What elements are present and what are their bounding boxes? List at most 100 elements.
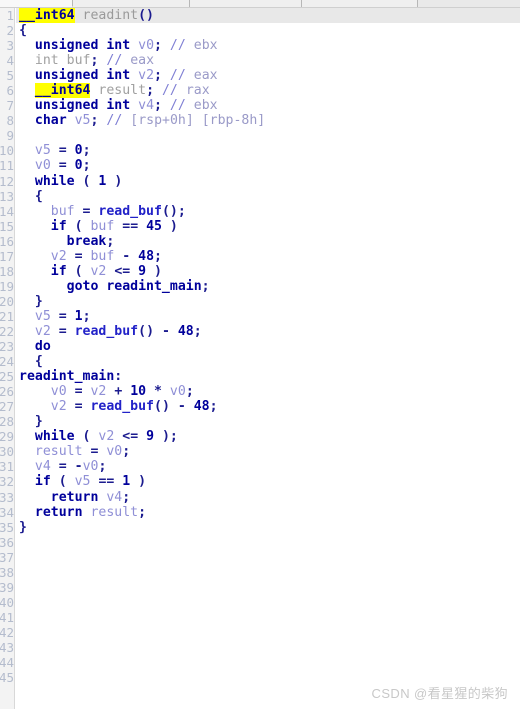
line-number: 8 [6,113,14,129]
code-token: () - [138,323,178,339]
code-token: ( [66,218,91,234]
code-line[interactable]: v4 = -v0; [16,459,520,474]
code-token: ebx [193,98,218,114]
code-token: ) [161,218,178,234]
line-number: 20 [0,293,14,309]
tab-bar [0,0,520,8]
code-line[interactable]: v2 = read_buf() - 48; [16,324,520,339]
code-token: <= [106,263,139,279]
code-line[interactable]: v5 = 1; [16,309,520,324]
code-line[interactable]: __int64 readint() [16,8,520,24]
code-line[interactable]: } [16,414,520,429]
tab-2[interactable] [190,0,302,7]
code-line[interactable]: unsigned int v4; // ebx [16,98,520,113]
code-line[interactable]: if ( buf == 45 ) [16,219,520,234]
code-token: unsigned int [34,38,131,54]
code-area[interactable]: __int64 readint(){ unsigned int v0; // e… [16,8,520,709]
code-token: unsigned int [34,98,131,114]
code-line[interactable]: { [16,189,520,204]
code-token: __int64 [19,8,75,23]
code-line[interactable]: v5 = 0; [16,143,520,158]
code-token: v0 [34,158,51,174]
code-line[interactable]: v2 = buf - 48; [16,249,520,264]
code-line[interactable]: buf = read_buf(); [16,204,520,219]
code-token: = [50,308,75,324]
code-line[interactable]: v2 = read_buf() - 48; [16,399,520,414]
code-line[interactable]: readint_main: [16,369,520,384]
code-line[interactable]: char v5; // [rsp+0h] [rbp-8h] [16,113,520,128]
line-number: 23 [0,339,14,355]
code-line[interactable]: while ( v2 <= 9 ); [16,429,520,444]
tab-1[interactable] [73,0,190,7]
code-token: goto [66,278,99,294]
line-number: 5 [6,68,14,84]
code-line[interactable]: } [16,520,520,535]
code-token: ; [201,278,210,294]
pseudocode-editor[interactable]: 1 2 3 4 5 6 7 8 9 10 11 12 13 14 15 16 17 18 19 20 21 22 23 24 2… [0,8,520,709]
code-line[interactable]: if ( v2 <= 9 ) [16,264,520,279]
code-token: ; [146,83,155,99]
code-token: ; [106,233,115,249]
code-token: 10 [130,384,147,400]
code-token: 0 [74,158,83,174]
code-line[interactable]: { [16,23,520,38]
code-line[interactable]: break; [16,234,520,249]
code-line[interactable]: v0 = v2 + 10 * v0; [16,384,520,399]
code-token: { [34,188,43,204]
code-line[interactable] [16,128,520,143]
code-line[interactable]: int buf; // eax [16,53,520,68]
code-token: = [50,323,75,339]
code-line[interactable]: result = v0; [16,444,520,459]
tab-3[interactable] [302,0,418,7]
line-number: 15 [0,218,14,234]
line-number: 33 [0,489,14,505]
line-number: 7 [6,98,14,114]
code-token: ; [122,489,131,505]
code-token: v5 [34,143,51,159]
code-line[interactable]: return v4; [16,490,520,505]
code-token: = [66,384,91,400]
code-token: while [34,173,75,189]
line-number: 39 [0,579,14,595]
code-token: ; [154,38,162,54]
code-token: ; [82,308,91,324]
code-line[interactable]: __int64 result; // rax [16,83,520,99]
code-line[interactable]: goto readint_main; [16,279,520,294]
code-token: v2 [50,248,67,264]
line-number: 37 [0,549,14,565]
code-line[interactable]: return result; [16,505,520,520]
code-token: readint_main [19,369,115,385]
code-line[interactable]: unsigned int v0; // ebx [16,38,520,53]
code-line[interactable]: do [16,339,520,354]
code-token: = [82,444,107,460]
line-number: 31 [0,459,14,475]
code-token: v0 [50,384,67,400]
code-token: // [106,113,123,129]
code-line[interactable]: v0 = 0; [16,158,520,173]
line-number: 22 [0,323,14,339]
code-line[interactable]: } [16,294,520,309]
code-token: + [106,384,131,400]
line-number: 32 [0,474,14,490]
line-number: 3 [6,38,14,54]
code-line[interactable]: while ( 1 ) [16,174,520,189]
code-token: == [90,474,123,490]
code-line[interactable]: unsigned int v2; // eax [16,68,520,83]
tab-0[interactable] [0,0,73,7]
code-token: if [50,218,67,234]
code-line[interactable]: { [16,354,520,369]
code-token: readint_main [106,278,202,294]
code-line[interactable]: if ( v5 == 1 ) [16,474,520,489]
